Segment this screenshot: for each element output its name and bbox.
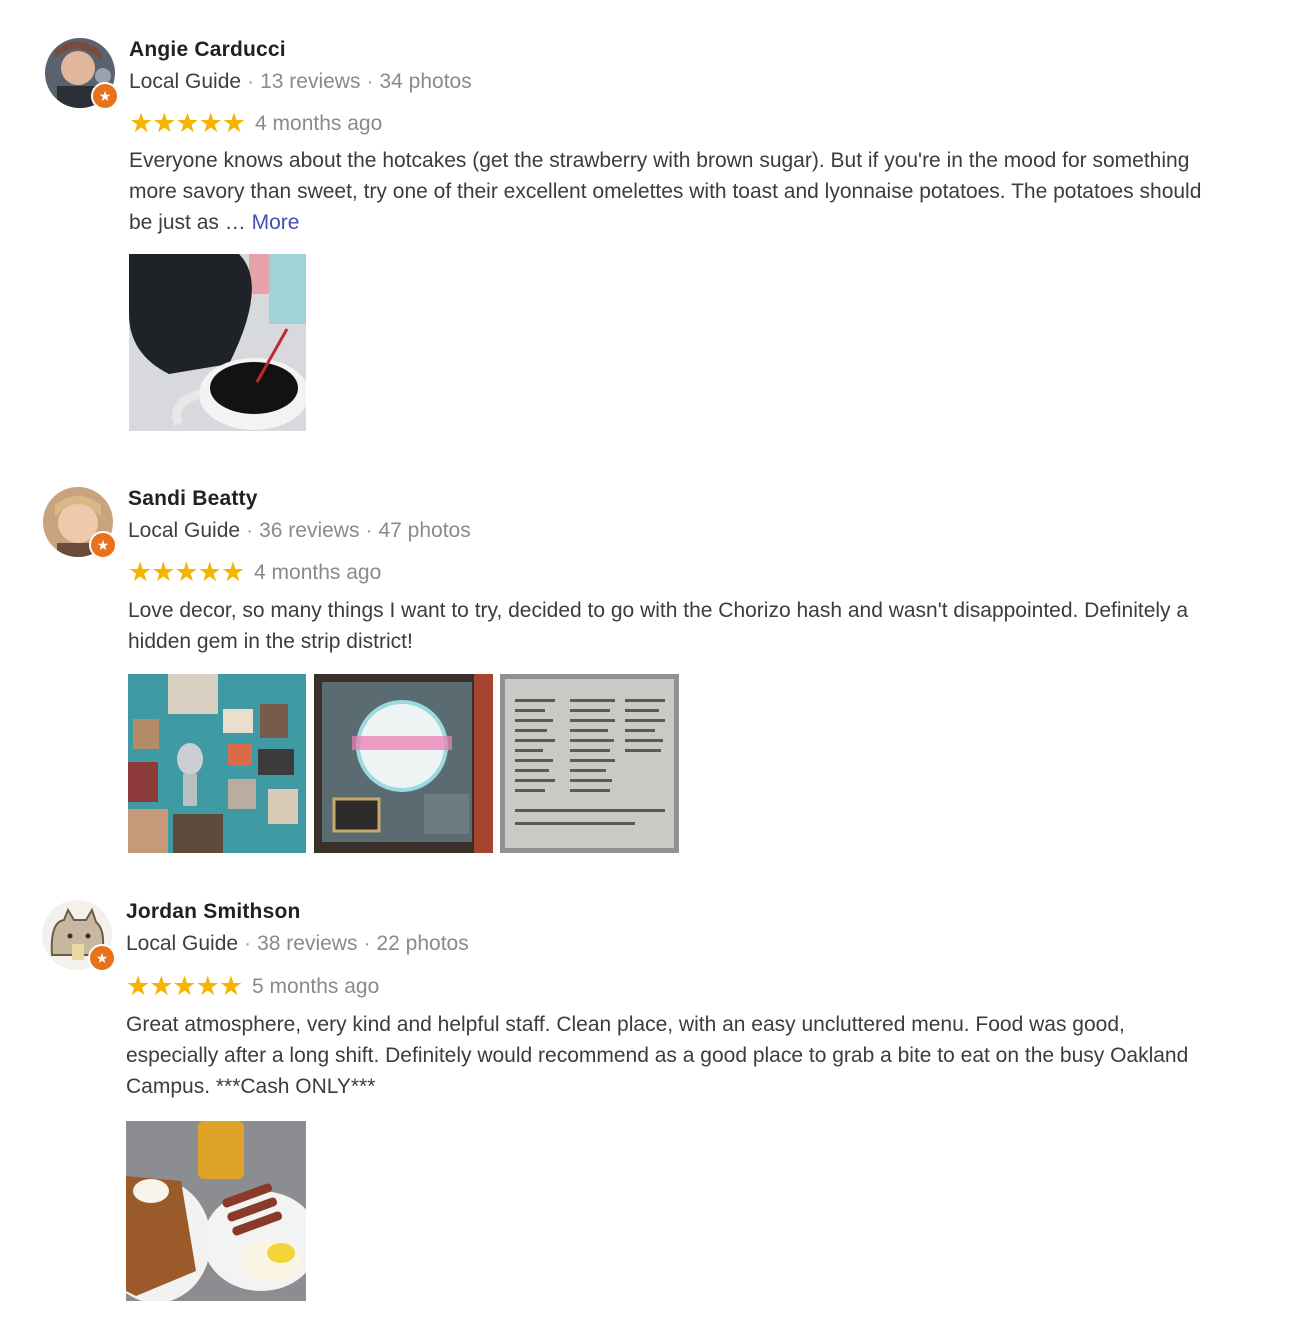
meta-separator: ·: [363, 932, 371, 955]
reviews-count: 36 reviews: [259, 519, 360, 542]
avatar[interactable]: ★: [45, 38, 119, 110]
review-date: 4 months ago: [254, 560, 382, 584]
review-date: 5 months ago: [252, 974, 380, 998]
meta-separator: ·: [244, 932, 252, 955]
reviewer-name[interactable]: Sandi Beatty: [128, 487, 258, 511]
review-text-body: Love decor, so many things I want to try…: [128, 599, 1189, 653]
reviews-count: 38 reviews: [257, 932, 358, 955]
reviewer-name[interactable]: Angie Carducci: [129, 38, 286, 62]
photos-count: 34 photos: [379, 70, 472, 93]
photos-count: 47 photos: [378, 519, 471, 542]
review-text: Love decor, so many things I want to try…: [128, 595, 1208, 657]
meta-separator: ·: [365, 519, 373, 542]
review-photo[interactable]: [314, 674, 493, 853]
review-photo[interactable]: [128, 674, 306, 853]
review-photo[interactable]: [129, 254, 306, 431]
avatar[interactable]: ★: [43, 487, 117, 559]
review-text-body: Great atmosphere, very kind and helpful …: [126, 1013, 1189, 1098]
local-guide-star-icon: ★: [88, 944, 116, 972]
meta-separator: ·: [366, 70, 374, 93]
rating-row: ★★★★★ 4 months ago: [129, 108, 382, 139]
reviewer-meta: Local Guide · 38 reviews · 22 photos: [126, 932, 469, 956]
review-photo[interactable]: [500, 674, 679, 853]
star-rating-icon: ★★★★★: [128, 557, 245, 587]
wall-photos-photo: [128, 674, 306, 853]
breakfast-plate-photo: [126, 1121, 306, 1301]
more-link[interactable]: More: [252, 211, 300, 234]
rating-row: ★★★★★ 5 months ago: [126, 971, 379, 1002]
local-guide-star-icon: ★: [91, 82, 119, 110]
star-rating-icon: ★★★★★: [126, 971, 243, 1001]
reviewer-meta: Local Guide · 36 reviews · 47 photos: [128, 519, 471, 543]
photos-count: 22 photos: [376, 932, 469, 955]
local-guide-label: Local Guide: [128, 519, 241, 542]
review-photo[interactable]: [126, 1121, 306, 1301]
review-date: 4 months ago: [255, 111, 383, 135]
menu-photo: [500, 674, 679, 853]
avatar[interactable]: ★: [42, 900, 116, 972]
local-guide-star-icon: ★: [89, 531, 117, 559]
reviewer-meta: Local Guide · 13 reviews · 34 photos: [129, 70, 472, 94]
storefront-window-photo: [314, 674, 493, 853]
review-text: Everyone knows about the hotcakes (get t…: [129, 145, 1209, 238]
coffee-cup-photo: [129, 254, 306, 431]
star-rating-icon: ★★★★★: [129, 108, 246, 138]
reviews-count: 13 reviews: [260, 70, 361, 93]
reviewer-name[interactable]: Jordan Smithson: [126, 900, 301, 924]
meta-separator: ·: [247, 70, 255, 93]
review-text: Great atmosphere, very kind and helpful …: [126, 1009, 1206, 1102]
local-guide-label: Local Guide: [126, 932, 239, 955]
rating-row: ★★★★★ 4 months ago: [128, 557, 381, 588]
meta-separator: ·: [246, 519, 254, 542]
local-guide-label: Local Guide: [129, 70, 242, 93]
